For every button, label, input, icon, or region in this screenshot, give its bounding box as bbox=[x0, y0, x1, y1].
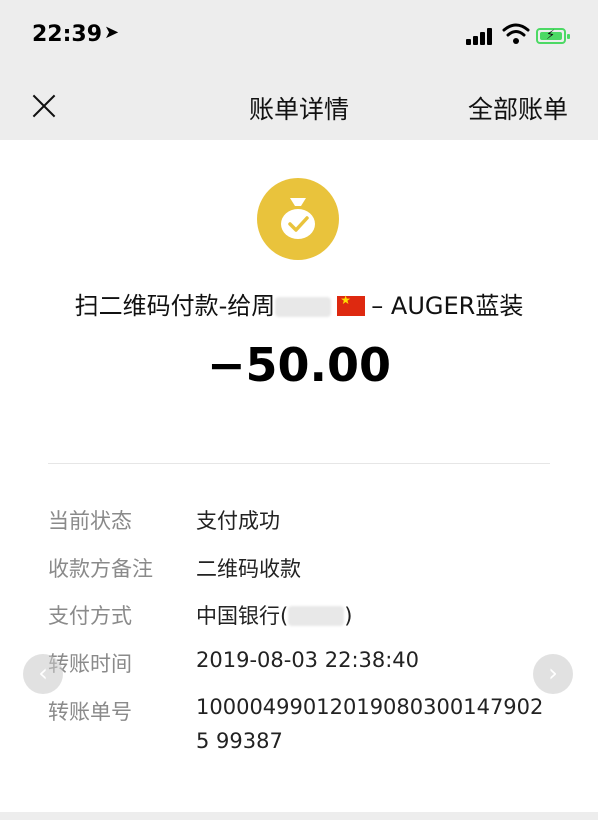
detail-value: 中国银行() bbox=[196, 600, 352, 630]
bank-name: 中国银行( bbox=[196, 604, 289, 628]
merchant-suffix: – AUGER蓝装 bbox=[371, 292, 524, 320]
next-arrow-icon[interactable]: › bbox=[533, 654, 573, 694]
redacted-card bbox=[288, 606, 345, 626]
detail-value: 2019-08-03 22:38:40 bbox=[196, 648, 420, 672]
bank-suffix: ) bbox=[344, 604, 353, 628]
detail-label: 支付方式 bbox=[48, 604, 132, 628]
china-flag-icon bbox=[337, 293, 366, 316]
detail-label: 转账单号 bbox=[48, 700, 132, 724]
redacted-name bbox=[275, 297, 332, 317]
battery-charging-icon: ⚡ bbox=[536, 28, 570, 44]
detail-label: 收款方备注 bbox=[48, 557, 153, 581]
previous-arrow-icon[interactable]: ‹ bbox=[23, 654, 63, 694]
nav-bar: 账单详情 全部账单 bbox=[0, 72, 598, 140]
transaction-title: 扫二维码付款-给周 – AUGER蓝装 bbox=[0, 286, 598, 321]
transaction-amount: −50.00 bbox=[206, 338, 392, 392]
bottom-separator bbox=[0, 812, 598, 820]
location-arrow-icon: ➤ bbox=[104, 22, 120, 43]
wifi-icon bbox=[502, 23, 530, 44]
cellular-signal-icon bbox=[466, 27, 496, 45]
detail-value: 二维码收款 bbox=[196, 557, 301, 581]
all-bills-button[interactable]: 全部账单 bbox=[468, 90, 568, 126]
status-bar: 22:39 ➤ ⚡ bbox=[0, 0, 598, 72]
merchant-prefix: 扫二维码付款-给周 bbox=[74, 292, 276, 320]
detail-label: 当前状态 bbox=[48, 509, 132, 533]
money-bag-check-icon bbox=[257, 178, 339, 260]
detail-value: 100004990120190803001479025 99387 bbox=[196, 695, 544, 753]
detail-value: 支付成功 bbox=[196, 509, 280, 533]
divider bbox=[48, 463, 550, 464]
status-time: 22:39 bbox=[32, 22, 103, 47]
